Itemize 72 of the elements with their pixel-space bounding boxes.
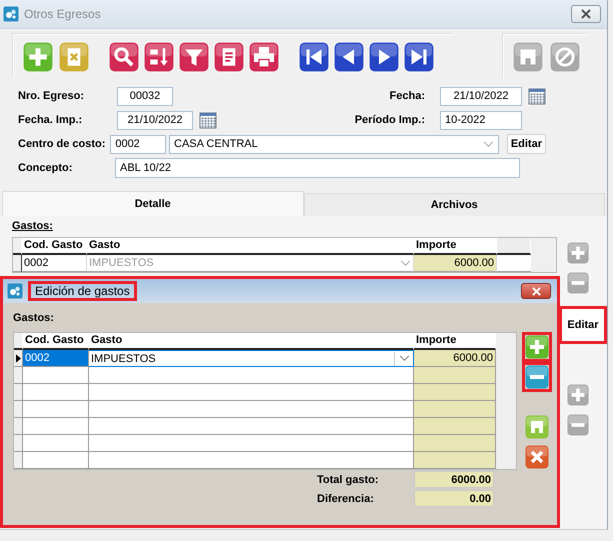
first-icon[interactable]: [299, 42, 329, 72]
window-title: Otros Egresos: [24, 7, 102, 21]
minus-icon[interactable]: [522, 362, 552, 392]
field-label: Fecha. Imp.:: [18, 114, 84, 126]
total-label: Diferencia:: [317, 492, 375, 504]
table-cell: 0002: [22, 255, 87, 272]
total-label: Total gasto:: [317, 474, 380, 486]
dropdown[interactable]: CASA CENTRAL: [169, 134, 499, 154]
table-cell: 6000.00: [414, 350, 496, 367]
tab[interactable]: Archivos: [304, 193, 605, 216]
input-field[interactable]: 21/10/2022: [440, 86, 522, 106]
calendar-icon[interactable]: [528, 87, 546, 105]
search-icon[interactable]: [109, 42, 139, 72]
field-label: Centro de costo:: [18, 138, 106, 150]
row-header: [14, 435, 23, 452]
chevron-down-icon: [400, 260, 411, 266]
table-cell: [23, 367, 89, 384]
column-header: Gasto: [89, 333, 414, 350]
table-cell[interactable]: IMPUESTOS: [89, 350, 414, 367]
column-header: Gasto: [87, 238, 414, 255]
table-cell: 6000.00: [414, 255, 497, 272]
row-header: [14, 401, 23, 418]
funnel-icon[interactable]: [179, 42, 209, 72]
table-cell: IMPUESTOS: [89, 257, 154, 269]
previous-icon[interactable]: [334, 42, 364, 72]
row-header: [14, 384, 23, 401]
calendar-icon[interactable]: [199, 111, 217, 129]
field-label: Nro. Egreso:: [18, 90, 86, 102]
app-icon: [7, 283, 23, 299]
next-icon[interactable]: [369, 42, 399, 72]
close-icon: [530, 286, 542, 296]
table-cell: [23, 418, 89, 435]
scrollbar[interactable]: [496, 333, 516, 469]
plus-icon[interactable]: [23, 42, 53, 72]
cell-text: IMPUESTOS: [91, 352, 156, 364]
section-label: Gastos:: [12, 220, 54, 232]
total-field: 0.00: [414, 490, 494, 507]
row-header: [14, 418, 23, 435]
table-cell: [23, 452, 89, 469]
last-icon[interactable]: [404, 42, 434, 72]
print-icon[interactable]: [249, 42, 279, 72]
input-field[interactable]: ABL 10/22: [115, 158, 520, 178]
table-cell: [23, 435, 89, 452]
edit-button[interactable]: Editar: [506, 134, 546, 154]
total-field: 6000.00: [414, 471, 494, 488]
column-header: Cod. Gasto: [22, 238, 87, 255]
close-icon: [580, 9, 592, 19]
scrollbar[interactable]: [531, 238, 556, 272]
row-header: [14, 452, 23, 469]
table-cell: [23, 401, 89, 418]
edit-button[interactable]: Editar: [559, 306, 607, 344]
tab[interactable]: Detalle: [2, 191, 304, 216]
section-label: Gastos:: [13, 312, 55, 324]
field-label: Período Imp.:: [354, 114, 425, 126]
close-button[interactable]: [521, 283, 551, 299]
chevron-down-icon: [482, 140, 494, 148]
input-field[interactable]: 0002: [110, 134, 166, 154]
input-field[interactable]: 10-2022: [440, 110, 522, 130]
input-field[interactable]: 21/10/2022: [117, 110, 193, 130]
chevron-down-icon: [398, 355, 410, 362]
dialog-title: Edición de gastos: [28, 281, 137, 301]
clipboard-icon[interactable]: [214, 42, 244, 72]
field-label: Concepto:: [18, 162, 74, 174]
sort-icon[interactable]: [144, 42, 174, 72]
field-label: Fecha:: [390, 90, 425, 102]
table-cell: [23, 384, 89, 401]
table-cell[interactable]: 0002: [23, 350, 89, 367]
app-icon: [3, 6, 19, 22]
close-button[interactable]: [571, 5, 601, 23]
input-field[interactable]: 00032: [117, 86, 173, 106]
row-header: [13, 255, 22, 272]
plus-icon[interactable]: [522, 332, 552, 362]
